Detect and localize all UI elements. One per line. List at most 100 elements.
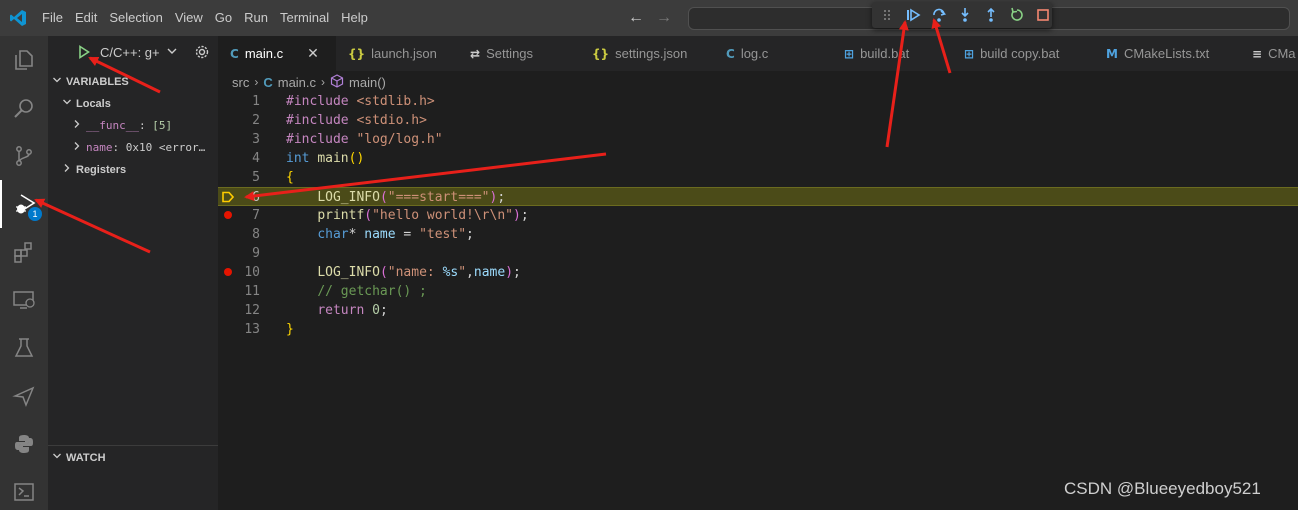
- code-token: main: [317, 151, 349, 166]
- back-arrow-icon[interactable]: ←: [628, 8, 644, 28]
- code-text: LOG_INFO("name: %s",name);: [286, 263, 521, 282]
- code-line[interactable]: 13}: [218, 320, 1298, 339]
- menu-selection[interactable]: Selection: [103, 0, 168, 36]
- tab-main-c[interactable]: C main.c ✕: [218, 36, 336, 71]
- continue-icon[interactable]: [904, 6, 922, 24]
- variable-row[interactable]: name: 0x10 <error…: [72, 141, 205, 154]
- testing-icon[interactable]: [0, 324, 48, 372]
- code-line[interactable]: 7 printf("hello world!\r\n");: [218, 206, 1298, 225]
- registers-label: Registers: [76, 163, 127, 176]
- breakpoint-icon[interactable]: [224, 211, 232, 219]
- code-line[interactable]: 12 return 0;: [218, 301, 1298, 320]
- menu-edit[interactable]: Edit: [69, 0, 103, 36]
- code-text: printf("hello world!\r\n");: [286, 206, 529, 225]
- code-line[interactable]: 6 LOG_INFO("===start===");: [218, 187, 1298, 206]
- tab-settings-json[interactable]: {} settings.json: [580, 36, 714, 71]
- start-debugging-icon[interactable]: [78, 45, 90, 62]
- tab-settings[interactable]: ⇄ Settings: [458, 36, 580, 71]
- code-token: ;: [497, 190, 506, 205]
- variables-title: VARIABLES: [66, 75, 129, 88]
- tab-launch-json[interactable]: {} launch.json: [336, 36, 458, 71]
- breadcrumb-symbol[interactable]: main(): [349, 75, 386, 90]
- source-control-icon[interactable]: [0, 132, 48, 180]
- line-number: 12: [244, 303, 260, 318]
- code-token: 0: [372, 303, 380, 318]
- tab-cmakelists[interactable]: M CMakeLists.txt: [1094, 36, 1240, 71]
- code-text: LOG_INFO("===start===");: [286, 188, 505, 207]
- chevron-right-icon: [72, 141, 82, 154]
- chevron-down-icon[interactable]: [166, 45, 178, 60]
- remote-icon[interactable]: [0, 468, 48, 510]
- forward-arrow-icon[interactable]: →: [656, 8, 672, 28]
- run-config-select[interactable]: C/C++: g+: [100, 45, 160, 60]
- settings-file-icon: ⇄: [470, 46, 481, 61]
- deploy-icon[interactable]: [0, 372, 48, 420]
- code-line[interactable]: 2 #include <stdio.h>: [218, 111, 1298, 130]
- run-debug-icon[interactable]: 1: [0, 180, 48, 228]
- code-line[interactable]: 3 #include "log/log.h": [218, 130, 1298, 149]
- explorer-icon[interactable]: [0, 36, 48, 84]
- tab-build-copy-bat[interactable]: ⊞ build copy.bat: [952, 36, 1094, 71]
- tab-label: main.c: [244, 46, 284, 61]
- line-number: 8: [252, 227, 260, 242]
- menu-run[interactable]: Run: [238, 0, 274, 36]
- drag-grip-icon[interactable]: [878, 6, 896, 24]
- code-line[interactable]: 8 char* name = "test";: [218, 225, 1298, 244]
- windows-file-icon: ⊞: [844, 46, 855, 61]
- menu-file[interactable]: File: [36, 0, 69, 36]
- line-number: 4: [252, 151, 260, 166]
- code-line[interactable]: 11 // getchar() ;: [218, 282, 1298, 301]
- code-token: char: [317, 227, 349, 242]
- close-icon[interactable]: ✕: [307, 45, 319, 62]
- tab-label: Settings: [486, 46, 534, 61]
- chevron-right-icon: [62, 163, 72, 176]
- code-line[interactable]: 5{: [218, 168, 1298, 187]
- code-line[interactable]: 9: [218, 244, 1298, 263]
- code-token: int: [286, 151, 318, 166]
- menu-go[interactable]: Go: [209, 0, 238, 36]
- breadcrumb-folder[interactable]: src: [232, 75, 249, 90]
- stop-icon[interactable]: [1034, 6, 1052, 24]
- step-over-icon[interactable]: [930, 6, 948, 24]
- code-line[interactable]: 10 LOG_INFO("name: %s",name);: [218, 263, 1298, 282]
- menu-terminal[interactable]: Terminal: [274, 0, 335, 36]
- remote-explorer-icon[interactable]: [0, 276, 48, 324]
- python-icon[interactable]: [0, 420, 48, 468]
- breakpoint-icon[interactable]: [224, 268, 232, 276]
- extensions-icon[interactable]: [0, 228, 48, 276]
- tab-build-bat[interactable]: ⊞ build.bat: [832, 36, 952, 71]
- code-token: }: [286, 322, 294, 337]
- tab-cma[interactable]: ≡ CMa: [1240, 36, 1298, 71]
- line-number: 9: [252, 246, 260, 261]
- code-token: <stdlib.h>: [356, 94, 435, 109]
- registers-scope[interactable]: Registers: [62, 163, 126, 176]
- code-token: printf: [317, 208, 365, 223]
- menu-help[interactable]: Help: [335, 0, 374, 36]
- code-token: ;: [520, 208, 529, 223]
- restart-icon[interactable]: [1008, 6, 1026, 24]
- locals-scope[interactable]: Locals: [62, 97, 111, 110]
- c-file-icon: C: [726, 46, 735, 61]
- tab-label: build copy.bat: [980, 46, 1060, 61]
- tab-log-c[interactable]: C log.c: [714, 36, 832, 71]
- locals-label: Locals: [76, 97, 111, 110]
- code-token: ;: [379, 303, 388, 318]
- code-line[interactable]: 1 #include <stdlib.h>: [218, 92, 1298, 111]
- breadcrumb-file[interactable]: main.c: [278, 75, 316, 90]
- code-token: LOG_INFO: [317, 265, 380, 280]
- gear-icon[interactable]: [194, 44, 210, 63]
- c-file-icon: C: [263, 74, 273, 90]
- menu-view[interactable]: View: [169, 0, 209, 36]
- tab-label: launch.json: [371, 46, 437, 61]
- search-icon[interactable]: [0, 84, 48, 132]
- code-line[interactable]: 4 int main(): [218, 149, 1298, 168]
- step-into-icon[interactable]: [956, 6, 974, 24]
- variable-row[interactable]: __func__: [5]: [72, 119, 172, 132]
- code-token: (: [364, 208, 373, 223]
- code-editor[interactable]: 1 #include <stdlib.h> 2 #include <stdio.h> 3…: [218, 92, 1298, 510]
- step-out-icon[interactable]: [982, 6, 1000, 24]
- watch-section-header[interactable]: WATCH: [52, 451, 106, 464]
- variables-section-header[interactable]: VARIABLES: [52, 75, 129, 88]
